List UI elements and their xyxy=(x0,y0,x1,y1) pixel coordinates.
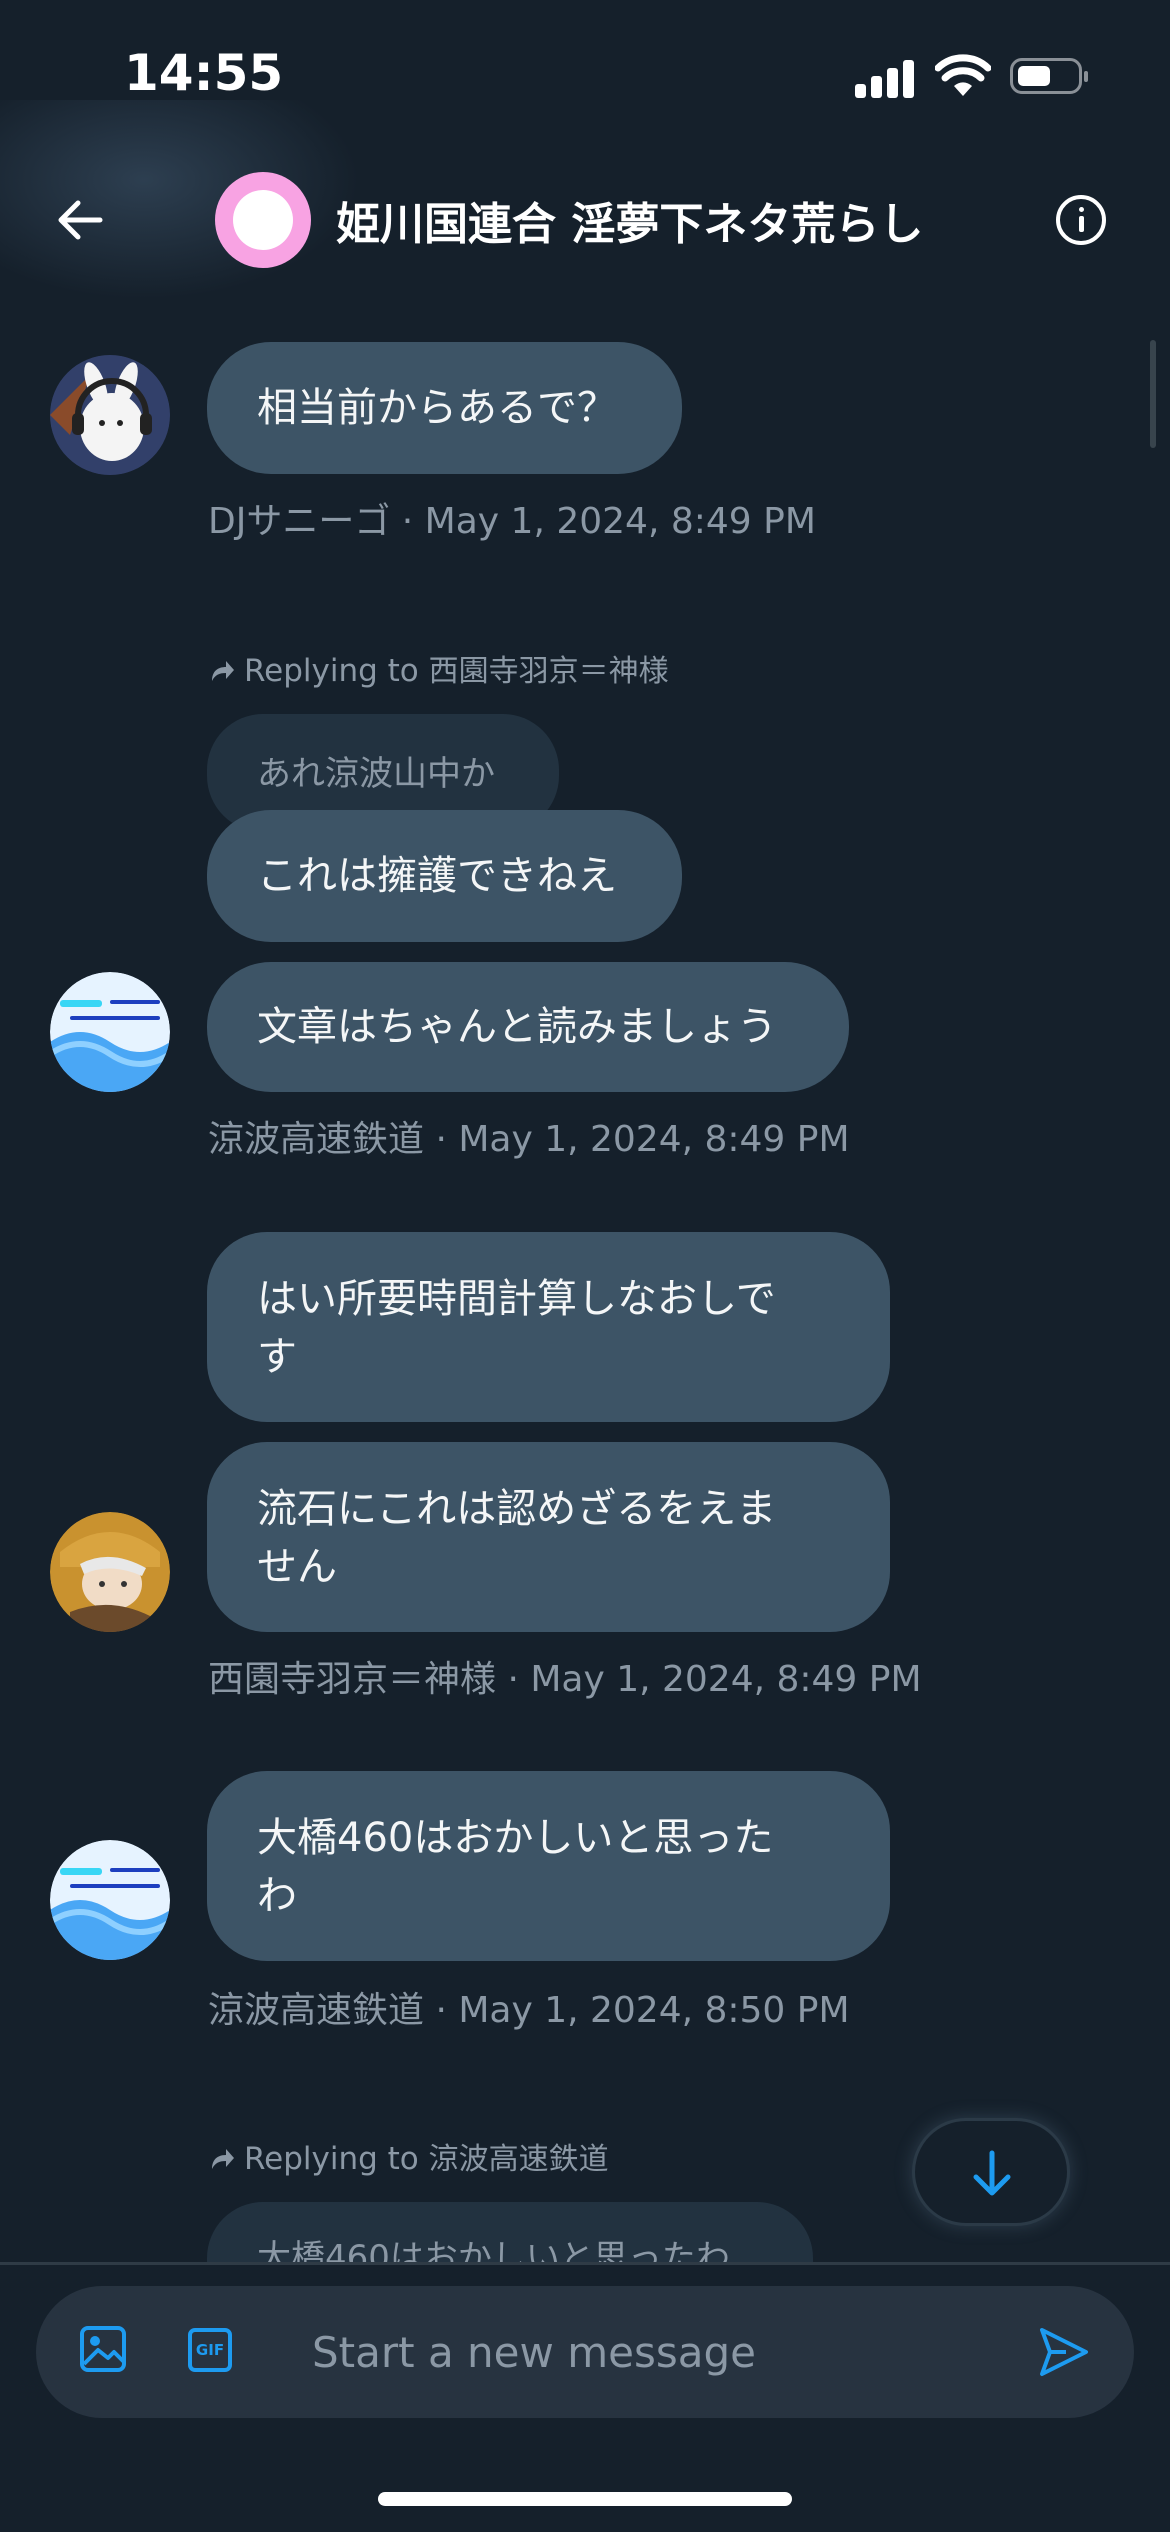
message-text: 相当前からあるで？ xyxy=(257,385,617,431)
message-bubble[interactable]: 文章はちゃんと読みましょう xyxy=(207,962,849,1092)
message-text: これは擁護できねえ xyxy=(257,853,617,899)
conversation-header: 姫川国連合 淫夢下ネタ荒らし xyxy=(0,160,1170,280)
status-bar: 14:55 xyxy=(0,0,1170,150)
scroll-indicator xyxy=(1150,340,1156,448)
gif-icon[interactable]: GIF xyxy=(188,2328,232,2372)
message-text: 大橋460はおかしいと思った わ xyxy=(257,1815,774,1919)
avatar-suzunami-railway[interactable] xyxy=(50,972,170,1092)
battery-icon xyxy=(1010,58,1088,94)
message-composer: GIF xyxy=(36,2286,1134,2418)
message-text: 流石にこれは認めざるをえま せん xyxy=(257,1486,777,1590)
scroll-to-bottom-button[interactable] xyxy=(912,2118,1070,2226)
avatar-saionji-ukyo[interactable] xyxy=(50,1512,170,1632)
message-meta: 涼波高速鉄道 · May 1, 2024, 8:50 PM xyxy=(208,1990,850,2031)
cellular-signal-icon xyxy=(855,58,915,98)
wifi-icon xyxy=(935,54,991,96)
message-meta: DJサニーゴ · May 1, 2024, 8:49 PM xyxy=(208,501,816,542)
message-text: はい所要時間計算しなおしで す xyxy=(257,1276,776,1380)
reply-target: 涼波高速鉄道 xyxy=(428,2142,609,2177)
message-bubble[interactable]: 流石にこれは認めざるをえま せん xyxy=(207,1442,890,1632)
composer-divider xyxy=(0,2262,1170,2265)
message-meta: 西園寺羽京＝神様 · May 1, 2024, 8:49 PM xyxy=(208,1659,922,1700)
reply-target: 西園寺羽京＝神様 xyxy=(428,654,669,689)
quoted-message[interactable]: 大橋460はおかしいと思ったわ xyxy=(207,2202,813,2262)
message-bubble[interactable]: これは擁護できねえ xyxy=(207,810,682,942)
home-indicator xyxy=(378,2492,792,2506)
reply-arrow-icon xyxy=(212,2149,234,2169)
message-meta: 涼波高速鉄道 · May 1, 2024, 8:49 PM xyxy=(208,1119,850,1160)
status-time: 14:55 xyxy=(124,44,284,102)
quoted-text: 大橋460はおかしいと思ったわ xyxy=(257,2238,730,2262)
message-bubble[interactable]: はい所要時間計算しなおしで す xyxy=(207,1232,890,1422)
reply-arrow-icon xyxy=(212,661,234,681)
avatar-dj-saniigo[interactable] xyxy=(50,355,170,475)
message-text: 文章はちゃんと読みましょう xyxy=(257,1004,777,1050)
send-icon[interactable] xyxy=(1036,2324,1092,2380)
group-avatar[interactable] xyxy=(215,172,311,268)
reply-context[interactable]: Replying to 西園寺羽京＝神様 xyxy=(208,646,669,690)
info-icon[interactable] xyxy=(1056,195,1106,245)
back-arrow-icon[interactable] xyxy=(50,190,110,250)
message-input[interactable] xyxy=(312,2324,1012,2380)
reply-context[interactable]: Replying to 涼波高速鉄道 xyxy=(208,2134,609,2178)
message-bubble[interactable]: 大橋460はおかしいと思った わ xyxy=(207,1771,890,1961)
conversation-title[interactable]: 姫川国連合 淫夢下ネタ荒らし xyxy=(336,188,923,252)
arrow-down-icon xyxy=(973,2150,1011,2196)
image-icon[interactable] xyxy=(78,2324,128,2374)
quoted-text: あれ涼波山中か xyxy=(257,754,495,794)
avatar-suzunami-railway[interactable] xyxy=(50,1840,170,1960)
message-bubble[interactable]: 相当前からあるで？ xyxy=(207,342,682,474)
